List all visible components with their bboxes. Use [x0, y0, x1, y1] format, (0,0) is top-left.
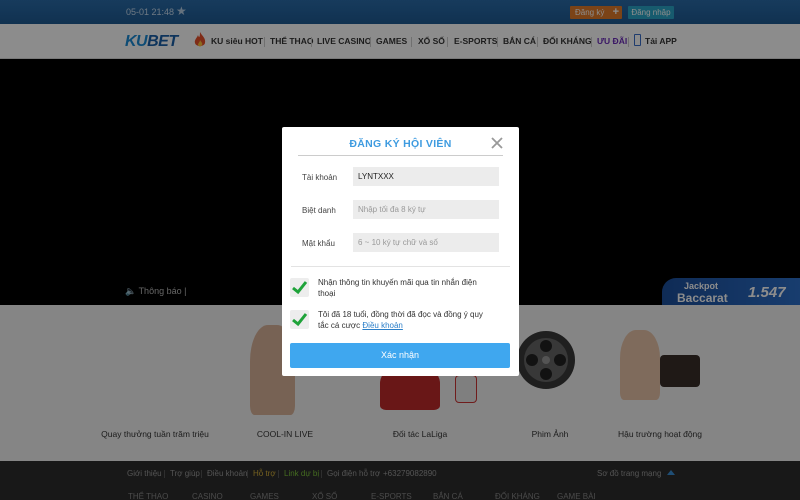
- password-label: Mật khẩu: [302, 239, 335, 248]
- account-input[interactable]: [353, 167, 499, 186]
- terms-link[interactable]: Điều khoản: [362, 321, 402, 330]
- register-modal: ĐĂNG KÝ HỘI VIÊN Tài khoản Biệt danh Mật…: [282, 127, 519, 376]
- close-icon[interactable]: [489, 135, 505, 151]
- checkmark-icon: [292, 313, 308, 327]
- terms-consent-text: Tôi đã 18 tuổi, đồng thời đã đọc và đồng…: [318, 309, 488, 331]
- promo-consent-text: Nhận thông tin khuyến mãi qua tin nhắn đ…: [318, 278, 477, 298]
- promo-consent-checkbox[interactable]: [290, 278, 309, 297]
- checkmark-icon: [292, 281, 308, 295]
- password-input[interactable]: [353, 233, 499, 252]
- form-divider: [291, 266, 510, 267]
- nickname-input[interactable]: [353, 200, 499, 219]
- title-divider: [298, 155, 503, 156]
- terms-consent-checkbox[interactable]: [290, 310, 309, 329]
- nickname-label: Biệt danh: [302, 206, 336, 215]
- modal-title: ĐĂNG KÝ HỘI VIÊN: [349, 138, 452, 150]
- account-label: Tài khoản: [302, 173, 338, 182]
- confirm-button[interactable]: Xác nhận: [290, 343, 510, 368]
